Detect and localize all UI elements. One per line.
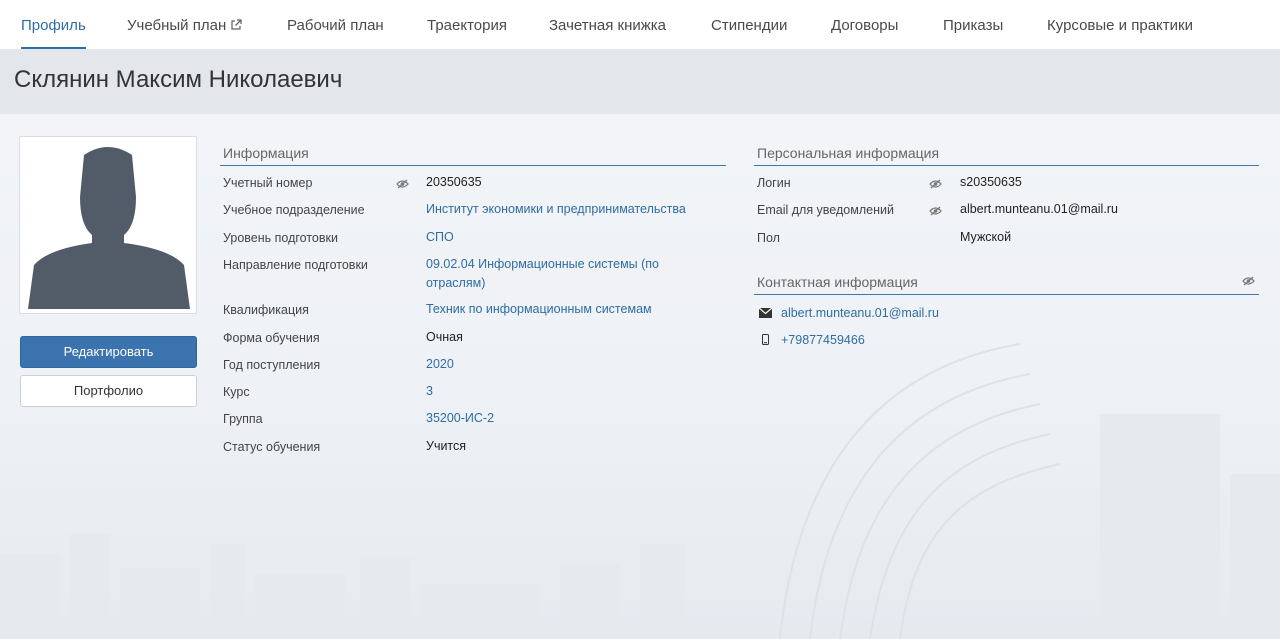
label-education-level: Уровень подготовки xyxy=(223,231,338,245)
info-section-title: Информация xyxy=(223,145,309,161)
user-silhouette-icon xyxy=(28,147,190,309)
contact-phone-link[interactable]: +79877459466 xyxy=(781,333,865,347)
value-notification-email: albert.munteanu.01@mail.ru xyxy=(960,202,1118,216)
eye-slash-icon[interactable] xyxy=(929,206,942,216)
label-qualification: Квалификация xyxy=(223,303,309,317)
label-course: Курс xyxy=(223,385,250,399)
label-account-number: Учетный номер xyxy=(223,176,313,190)
tab-study-plan-label: Учебный план xyxy=(127,17,227,34)
tab-profile[interactable]: Профиль xyxy=(21,0,86,50)
mobile-phone-icon xyxy=(762,334,769,345)
value-qualification[interactable]: Техник по информационным системам xyxy=(426,300,716,319)
label-admission-year: Год поступления xyxy=(223,358,321,372)
personal-section-header: Персональная информация xyxy=(754,139,1259,166)
eye-slash-icon[interactable] xyxy=(929,179,942,189)
page-header: Склянин Максим Николаевич xyxy=(0,50,1280,114)
value-study-form: Очная xyxy=(426,330,463,344)
personal-section-title: Персональная информация xyxy=(757,145,940,161)
value-account-number: 20350635 xyxy=(426,175,482,189)
tab-orders[interactable]: Приказы xyxy=(943,0,1003,50)
tab-work-plan[interactable]: Рабочий план xyxy=(287,0,384,50)
tab-trajectory[interactable]: Траектория xyxy=(427,0,507,50)
top-navigation: Профиль Учебный план Рабочий план Траект… xyxy=(0,0,1280,50)
tab-contracts[interactable]: Договоры xyxy=(831,0,898,50)
page-title: Склянин Максим Николаевич xyxy=(14,66,343,93)
value-group[interactable]: 35200-ИС-2 xyxy=(426,409,716,428)
edit-button[interactable]: Редактировать xyxy=(20,336,197,368)
value-admission-year[interactable]: 2020 xyxy=(426,355,716,374)
label-gender: Пол xyxy=(757,231,780,245)
value-gender: Мужской xyxy=(960,230,1012,244)
tab-coursework-practice[interactable]: Курсовые и практики xyxy=(1047,0,1193,50)
value-study-status: Учится xyxy=(426,439,467,453)
eye-slash-icon[interactable] xyxy=(1242,276,1255,286)
label-login: Логин xyxy=(757,176,791,190)
value-education-level[interactable]: СПО xyxy=(426,228,716,247)
label-study-status: Статус обучения xyxy=(223,440,321,454)
contact-email-link[interactable]: albert.munteanu.01@mail.ru xyxy=(781,306,939,320)
tab-study-plan[interactable]: Учебный план xyxy=(127,0,242,50)
label-study-form: Форма обучения xyxy=(223,331,320,345)
value-login: s20350635 xyxy=(960,175,1022,189)
label-group: Группа xyxy=(223,412,263,426)
tab-scholarships[interactable]: Стипендии xyxy=(711,0,787,50)
label-field-of-study: Направление подготовки xyxy=(223,258,368,272)
contact-section-header: Контактная информация xyxy=(754,268,1259,295)
info-section-header: Информация xyxy=(220,139,726,166)
contact-section-title: Контактная информация xyxy=(757,274,918,290)
envelope-icon xyxy=(759,308,772,318)
tab-record-book[interactable]: Зачетная книжка xyxy=(549,0,666,50)
label-notification-email: Email для уведомлений xyxy=(757,203,894,217)
value-field-of-study[interactable]: 09.02.04 Информационные системы (по отра… xyxy=(426,255,676,293)
label-department: Учебное подразделение xyxy=(223,203,365,217)
avatar xyxy=(19,136,197,314)
eye-slash-icon[interactable] xyxy=(396,179,409,189)
external-link-icon xyxy=(231,18,242,30)
portfolio-button[interactable]: Портфолио xyxy=(20,375,197,407)
value-department[interactable]: Институт экономики и предпринимательства xyxy=(426,200,716,219)
value-course[interactable]: 3 xyxy=(426,382,716,401)
